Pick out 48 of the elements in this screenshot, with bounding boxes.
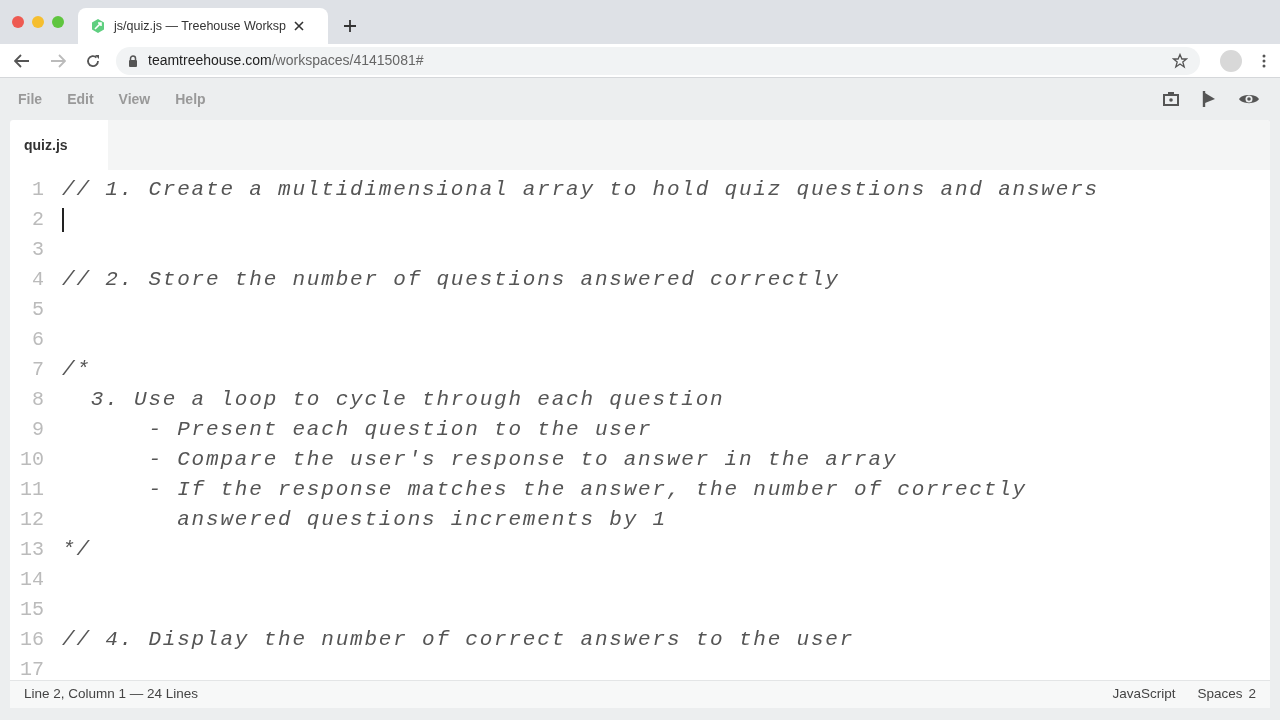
- line-number: 15: [19, 597, 44, 623]
- line-number: 9: [31, 417, 44, 443]
- line-number: 14: [19, 567, 44, 593]
- url-text: teamtreehouse.com/workspaces/41415081#: [148, 51, 425, 70]
- back-arrow-icon[interactable]: [14, 53, 30, 68]
- close-tab-icon[interactable]: [294, 21, 305, 31]
- line-number: 13: [19, 537, 44, 563]
- line-number: 2: [31, 207, 44, 233]
- line-number: 11: [19, 477, 44, 503]
- star-icon[interactable]: [1172, 52, 1188, 69]
- lock-icon: [128, 54, 138, 67]
- camera-icon[interactable]: [1162, 91, 1180, 107]
- tab-title: js/quiz.js — Treehouse Worksp: [114, 17, 287, 35]
- file-tab[interactable]: quiz.js: [10, 120, 108, 170]
- line-number: 17: [19, 657, 44, 680]
- reload-icon[interactable]: [86, 53, 100, 68]
- line-number: 10: [19, 447, 44, 473]
- code-comment: - Compare the user's response to answer in the array: [147, 447, 898, 474]
- code-comment: /*: [62, 357, 91, 384]
- code-comment: answered questions increments by 1: [176, 507, 667, 534]
- line-number: 1: [31, 177, 44, 203]
- code-comment: // 4. Display the number of correct answers to the user: [62, 627, 855, 654]
- new-tab-icon[interactable]: [344, 20, 356, 32]
- indent-size[interactable]: 2: [1248, 684, 1256, 705]
- code-comment: // 1. Create a multidimensional array to hold quiz questions and answers: [62, 177, 1099, 204]
- code-comment: 3. Use a loop to cycle through each question: [89, 387, 725, 414]
- line-number: 5: [31, 297, 44, 323]
- line-number: 6: [31, 327, 44, 353]
- browser-tab[interactable]: js/quiz.js — Treehouse Worksp: [78, 8, 328, 44]
- code-comment: // 2. Store the number of questions answered correctly: [62, 267, 840, 294]
- cursor-position-status: Line 2, Column 1 — 24 Lines: [24, 685, 199, 704]
- line-number: 7: [31, 357, 44, 383]
- line-number: 3: [31, 237, 44, 263]
- close-window-button[interactable]: [12, 16, 24, 28]
- language-mode[interactable]: JavaScript: [1112, 684, 1176, 705]
- code-comment: - If the response matches the answer, the number of correctly: [147, 477, 1027, 504]
- line-number: 12: [19, 507, 44, 533]
- eye-icon[interactable]: [1238, 92, 1260, 106]
- leaf-logo-icon: [90, 18, 106, 34]
- line-number: 4: [31, 267, 44, 293]
- flag-icon[interactable]: [1202, 90, 1216, 108]
- more-menu-icon[interactable]: [1262, 53, 1266, 68]
- line-number: 8: [31, 387, 44, 413]
- line-number: 16: [19, 627, 44, 653]
- code-comment: - Present each question to the user: [147, 417, 653, 444]
- code-comment: */: [62, 537, 91, 564]
- indent-label[interactable]: Spaces: [1197, 684, 1243, 705]
- address-bar[interactable]: teamtreehouse.com/workspaces/41415081#: [116, 46, 1200, 75]
